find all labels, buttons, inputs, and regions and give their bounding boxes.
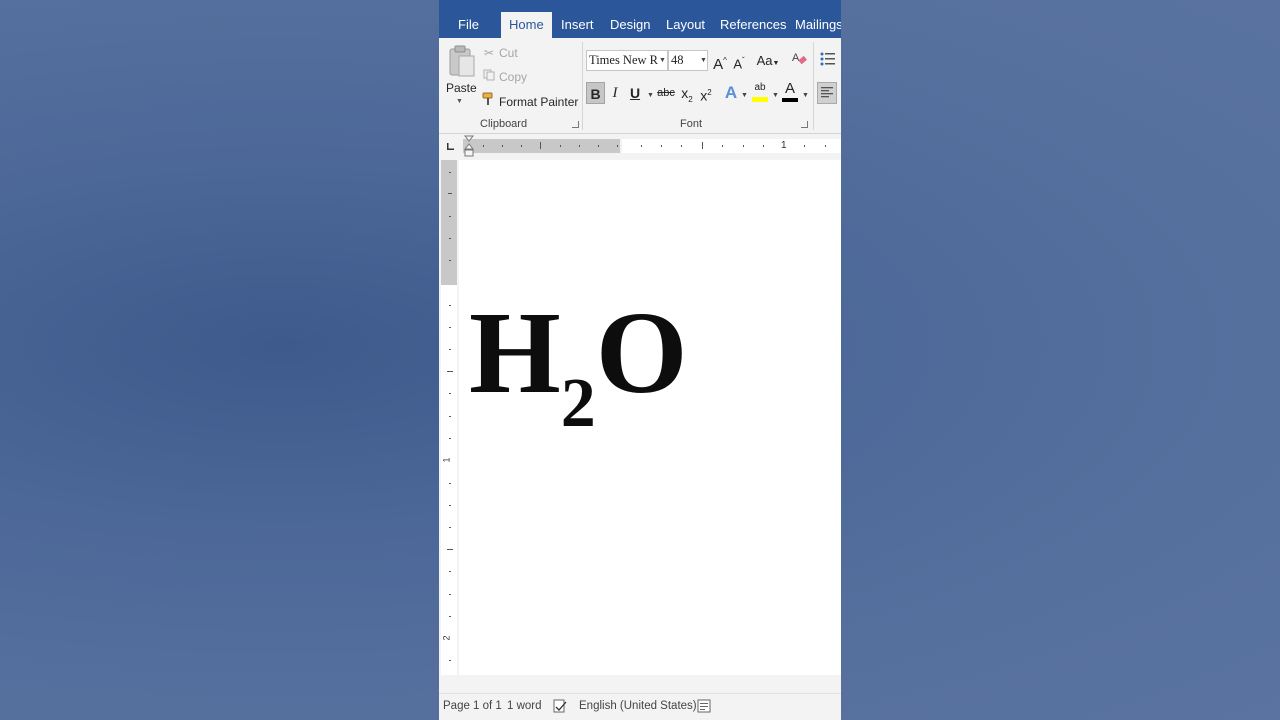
eraser-icon: A	[791, 52, 807, 69]
vertical-ruler-ticks	[447, 172, 453, 661]
superscript-button[interactable]: x2	[697, 82, 715, 104]
underline-button[interactable]: U	[626, 82, 644, 104]
tab-insert[interactable]: Insert	[553, 12, 602, 38]
svg-text:A: A	[792, 52, 800, 64]
proofing-icon[interactable]	[553, 699, 567, 716]
format-painter-label: Format Painter	[499, 95, 579, 109]
format-painter-button[interactable]: Format Painter	[481, 92, 578, 110]
word-window: File Home Insert Design Layout Reference…	[439, 0, 841, 720]
tab-selector-icon[interactable]	[444, 139, 456, 151]
cut-button[interactable]: ✂ Cut	[481, 44, 518, 62]
subscript-mark: 2	[688, 94, 693, 104]
group-divider	[582, 42, 583, 130]
horizontal-ruler: 1	[439, 135, 841, 157]
align-left-icon	[820, 86, 834, 102]
align-left-button[interactable]	[817, 82, 837, 104]
ribbon-tab-bar: File Home Insert Design Layout Reference…	[439, 0, 841, 38]
paste-icon[interactable]	[448, 44, 476, 78]
macro-recording-icon[interactable]	[697, 699, 711, 716]
vertical-ruler: 1 2	[441, 160, 457, 675]
document-text[interactable]: H2O	[469, 294, 688, 443]
tab-file[interactable]: File	[450, 12, 487, 38]
language-status[interactable]: English (United States)	[579, 700, 697, 712]
document-page[interactable]: H2O	[459, 160, 841, 675]
tab-layout[interactable]: Layout	[658, 12, 713, 38]
font-size-dropdown-icon[interactable]: ▼	[700, 57, 707, 64]
shrink-font-button[interactable]: Aˇ	[731, 50, 747, 72]
tab-design[interactable]: Design	[602, 12, 658, 38]
font-group-label: Font	[680, 118, 703, 130]
page-count-status[interactable]: Page 1 of 1	[443, 700, 502, 712]
italic-button[interactable]: I	[607, 82, 623, 104]
font-size-value: 48	[671, 53, 684, 67]
bullets-button[interactable]	[819, 51, 839, 73]
text-effects-button[interactable]: A	[723, 82, 739, 104]
highlight-button[interactable]: ab	[751, 80, 769, 102]
paste-button[interactable]: Paste	[446, 81, 477, 95]
ruler-number: 1	[781, 140, 787, 151]
clipboard-launcher-icon[interactable]	[572, 121, 579, 128]
superscript-mark: 2	[707, 88, 712, 97]
strikethrough-button[interactable]: abc	[655, 82, 677, 104]
group-divider	[813, 42, 814, 130]
scissors-icon: ✂	[483, 46, 495, 60]
highlight-dropdown-icon[interactable]: ▼	[772, 92, 779, 99]
tab-references[interactable]: References	[712, 12, 794, 38]
clipboard-group-label: Clipboard	[480, 118, 528, 130]
font-family-value: Times New R	[589, 53, 658, 67]
bullets-icon	[819, 52, 839, 70]
paste-dropdown-icon[interactable]: ▼	[456, 98, 463, 105]
change-case-button[interactable]: Aa▼	[755, 50, 781, 72]
font-color-bar	[782, 98, 798, 102]
font-family-dropdown-icon[interactable]: ▼	[659, 57, 666, 64]
change-case-label: Aa	[756, 53, 773, 68]
ribbon-home: Paste ▼ ✂ Cut Copy Format Painter Clipboa…	[439, 38, 841, 134]
status-bar: Page 1 of 1 1 word English (United State…	[439, 693, 841, 720]
shrink-font-label: A	[733, 56, 742, 72]
highlight-label: ab	[754, 82, 766, 93]
text-h: H	[469, 287, 561, 418]
grow-font-button[interactable]: A^	[711, 50, 729, 73]
highlight-color-bar	[752, 97, 768, 102]
tab-home[interactable]: Home	[501, 12, 552, 38]
font-color-label: A	[784, 80, 795, 97]
font-launcher-icon[interactable]	[801, 121, 808, 128]
subscript-button[interactable]: x2	[678, 82, 696, 104]
text-effects-dropdown-icon[interactable]: ▼	[741, 92, 748, 99]
copy-button[interactable]: Copy	[481, 68, 527, 86]
tab-mailings[interactable]: Mailings	[787, 12, 841, 38]
text-subscript-2: 2	[560, 365, 596, 442]
word-count-status[interactable]: 1 word	[507, 700, 542, 712]
copy-label: Copy	[499, 70, 528, 84]
cut-label: Cut	[499, 46, 518, 60]
grow-font-label: A	[713, 56, 724, 73]
bold-button[interactable]: B	[586, 82, 605, 104]
font-color-dropdown-icon[interactable]: ▼	[802, 92, 809, 99]
copy-icon	[481, 68, 497, 86]
text-o: O	[595, 287, 688, 418]
clear-formatting-button[interactable]: A	[791, 50, 807, 72]
vertical-ruler-number: 2	[441, 635, 452, 641]
font-family-select[interactable]: Times New R	[586, 50, 668, 71]
font-color-button[interactable]: A	[781, 79, 799, 102]
vertical-ruler-number: 1	[441, 457, 452, 463]
paintbrush-icon	[481, 92, 497, 111]
underline-dropdown-icon[interactable]: ▼	[647, 92, 654, 99]
